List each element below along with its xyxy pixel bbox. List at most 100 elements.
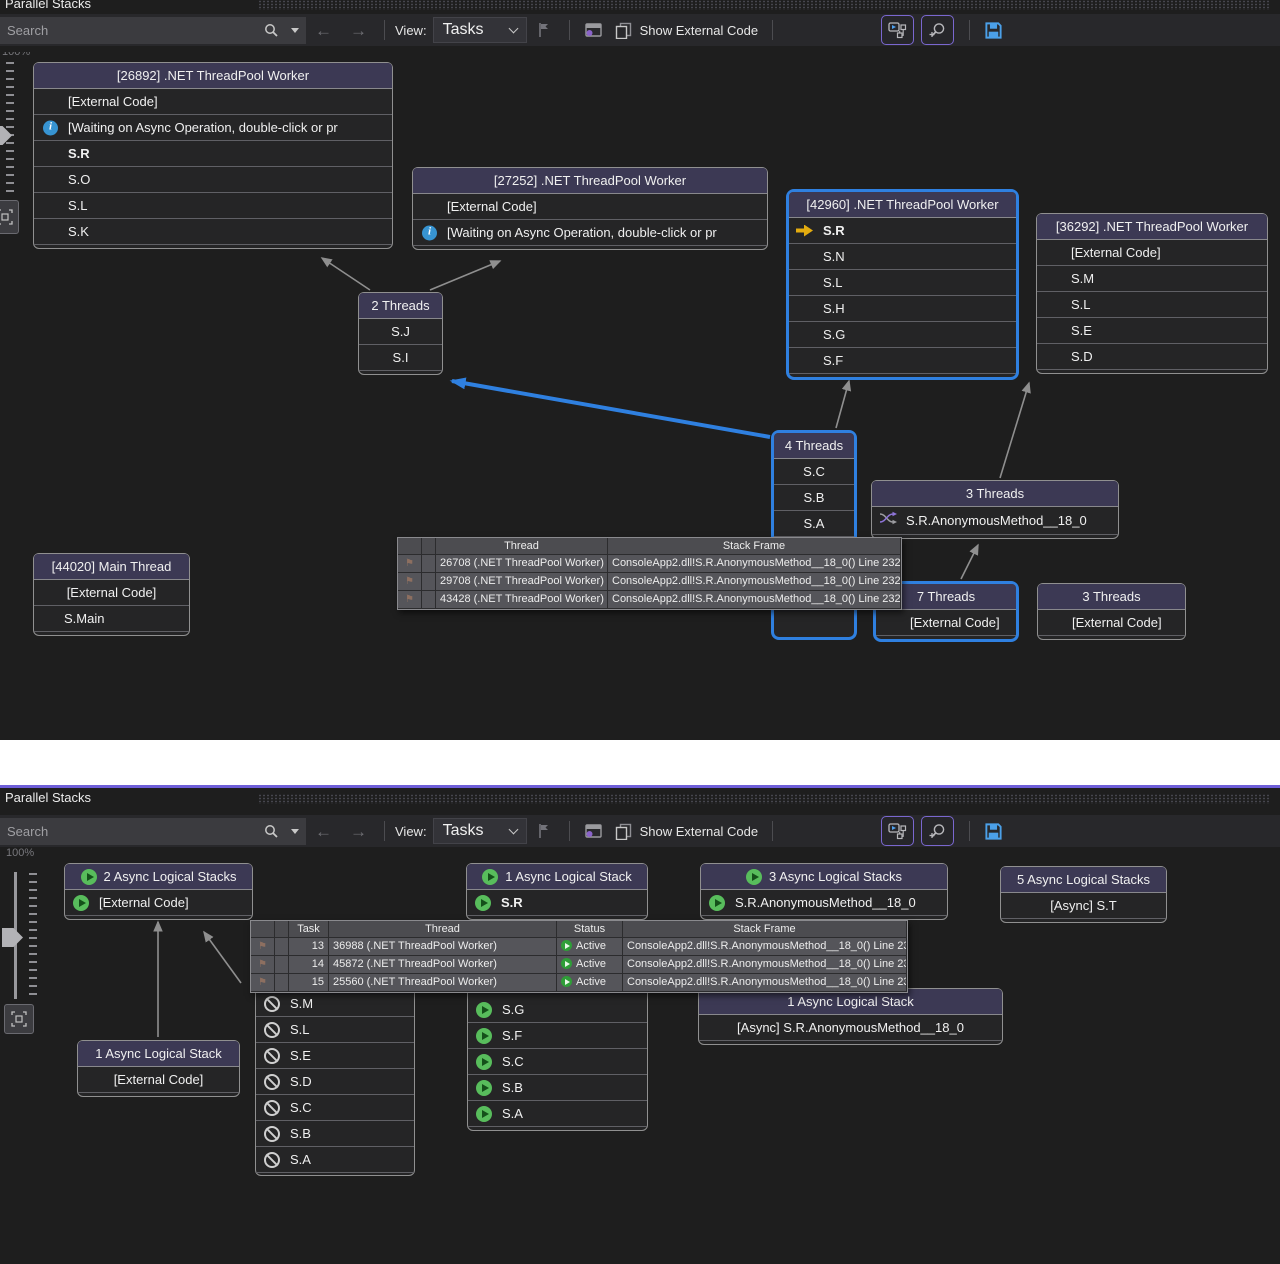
datatip-frame-cell[interactable]: ConsoleApp2.dll!S.R.AnonymousMethod__18_… <box>623 938 907 956</box>
stack-box-header[interactable]: [26892] .NET ThreadPool Worker <box>34 63 392 89</box>
auto-zoom-button[interactable] <box>921 816 954 846</box>
stack-view-button[interactable] <box>584 22 603 39</box>
frame-row[interactable]: S.F <box>789 348 1016 374</box>
search-box[interactable] <box>0 818 306 845</box>
forward-button[interactable]: → <box>350 823 367 840</box>
frame-row[interactable]: S.L <box>1037 292 1267 318</box>
datatip-status-cell[interactable]: Active <box>557 938 623 956</box>
search-icon[interactable] <box>264 23 279 38</box>
search-input[interactable] <box>7 23 258 38</box>
frame-row[interactable]: S.M <box>1037 266 1267 292</box>
back-button[interactable]: ← <box>315 22 332 39</box>
flag-filter-button[interactable] <box>537 22 551 38</box>
datatip-task-cell[interactable]: 15 <box>289 974 329 992</box>
frame-row[interactable]: S.B <box>256 1121 414 1147</box>
flag-icon[interactable] <box>251 956 275 974</box>
external-code-icon[interactable] <box>615 22 632 39</box>
datatip-frame-cell[interactable]: ConsoleApp2.dll!S.R.AnonymousMethod__18_… <box>623 974 907 992</box>
toggle-method-view-button[interactable] <box>881 816 914 846</box>
stack-box-header[interactable]: 3 Threads <box>1038 584 1185 610</box>
datatip-thread-cell[interactable]: 25560 (.NET ThreadPool Worker) <box>329 974 557 992</box>
frame-row[interactable]: [Waiting on Async Operation, double-clic… <box>34 115 392 141</box>
frame-row[interactable]: [External Code] <box>34 89 392 115</box>
frame-row[interactable]: [External Code] <box>78 1067 239 1093</box>
stack-box-header[interactable]: 5 Async Logical Stacks <box>1001 867 1166 893</box>
frame-row[interactable]: S.O <box>34 167 392 193</box>
frame-row[interactable]: S.A <box>774 511 854 537</box>
frame-row[interactable]: S.R.AnonymousMethod__18_0 <box>701 890 947 916</box>
view-dropdown[interactable]: Tasks <box>433 818 527 844</box>
frame-row[interactable]: S.D <box>1037 344 1267 370</box>
search-options-caret-icon[interactable] <box>291 829 299 834</box>
datatip-thread-cell[interactable]: 26708 (.NET ThreadPool Worker) <box>436 555 608 573</box>
stack-view-button[interactable] <box>584 823 603 840</box>
show-external-code-label[interactable]: Show External Code <box>640 23 759 38</box>
frame-row[interactable]: S.C <box>256 1095 414 1121</box>
frame-row[interactable]: [Waiting on Async Operation, double-clic… <box>413 220 767 246</box>
frame-row[interactable]: S.C <box>468 1049 647 1075</box>
stack-box-header[interactable]: [42960] .NET ThreadPool Worker <box>789 192 1016 218</box>
stack-box-header[interactable]: 3 Async Logical Stacks <box>701 864 947 890</box>
flag-icon[interactable] <box>251 974 275 992</box>
stack-box-header[interactable]: [36292] .NET ThreadPool Worker <box>1037 214 1267 240</box>
datatip-thread-cell[interactable]: 36988 (.NET ThreadPool Worker) <box>329 938 557 956</box>
external-code-icon[interactable] <box>615 823 632 840</box>
toggle-method-view-button[interactable] <box>881 15 914 45</box>
flag-filter-button[interactable] <box>537 823 551 839</box>
frame-row[interactable]: S.R <box>467 890 647 916</box>
frame-row[interactable]: S.A <box>468 1101 647 1127</box>
frame-row[interactable]: S.K <box>34 219 392 245</box>
frame-row[interactable]: S.B <box>468 1075 647 1101</box>
datatip-frame-cell[interactable]: ConsoleApp2.dll!S.R.AnonymousMethod__18_… <box>608 573 901 591</box>
frame-row[interactable]: S.R.AnonymousMethod__18_0 <box>872 507 1118 535</box>
zoom-slider-thumb[interactable] <box>2 928 23 947</box>
flag-icon[interactable] <box>398 591 422 609</box>
frame-row[interactable]: [External Code] <box>1038 610 1185 636</box>
frame-row[interactable]: S.J <box>359 319 442 345</box>
frame-row[interactable]: [External Code] <box>65 890 252 916</box>
zoom-fit-button[interactable] <box>0 200 19 234</box>
auto-zoom-button[interactable] <box>921 15 954 45</box>
frame-row[interactable]: S.M <box>256 991 414 1017</box>
datatip-frame-cell[interactable]: ConsoleApp2.dll!S.R.AnonymousMethod__18_… <box>608 591 901 609</box>
frame-row[interactable]: S.Main <box>34 606 189 632</box>
frame-row-current[interactable]: S.R <box>789 218 1016 244</box>
search-options-caret-icon[interactable] <box>291 28 299 33</box>
stack-box-header[interactable]: 1 Async Logical Stack <box>467 864 647 890</box>
back-button[interactable]: ← <box>315 823 332 840</box>
frame-row[interactable]: S.H <box>789 296 1016 322</box>
view-dropdown[interactable]: Tasks <box>433 17 527 43</box>
frame-row[interactable]: S.G <box>468 997 647 1023</box>
frame-row[interactable]: S.E <box>1037 318 1267 344</box>
frame-row[interactable]: S.L <box>34 193 392 219</box>
frame-row[interactable]: S.F <box>468 1023 647 1049</box>
frame-row[interactable]: S.R <box>34 141 392 167</box>
frame-row[interactable]: S.A <box>256 1147 414 1173</box>
show-external-code-label[interactable]: Show External Code <box>640 824 759 839</box>
save-button[interactable] <box>984 21 1003 40</box>
stack-box-header[interactable]: [44020] Main Thread <box>34 554 189 580</box>
flag-icon[interactable] <box>251 938 275 956</box>
frame-row[interactable]: [Async] S.T <box>1001 893 1166 919</box>
stack-box-header[interactable]: 2 Threads <box>359 293 442 319</box>
stack-box-header[interactable]: 2 Async Logical Stacks <box>65 864 252 890</box>
frame-row[interactable]: S.N <box>789 244 1016 270</box>
frame-row[interactable]: [Async] S.R.AnonymousMethod__18_0 <box>699 1015 1002 1041</box>
datatip-task-cell[interactable]: 13 <box>289 938 329 956</box>
frame-row[interactable]: S.B <box>774 485 854 511</box>
datatip-thread-cell[interactable]: 29708 (.NET ThreadPool Worker) <box>436 573 608 591</box>
frame-row[interactable]: S.E <box>256 1043 414 1069</box>
datatip-frame-cell[interactable]: ConsoleApp2.dll!S.R.AnonymousMethod__18_… <box>623 956 907 974</box>
frame-row[interactable]: S.G <box>789 322 1016 348</box>
frame-row[interactable]: [External Code] <box>413 194 767 220</box>
search-box[interactable] <box>0 17 306 44</box>
stack-box-header[interactable]: 1 Async Logical Stack <box>78 1041 239 1067</box>
flag-icon[interactable] <box>398 555 422 573</box>
frame-row[interactable]: S.L <box>256 1017 414 1043</box>
datatip-status-cell[interactable]: Active <box>557 974 623 992</box>
frame-row[interactable]: S.L <box>789 270 1016 296</box>
search-input[interactable] <box>7 824 258 839</box>
zoom-fit-button[interactable] <box>4 1004 34 1034</box>
save-button[interactable] <box>984 822 1003 841</box>
search-icon[interactable] <box>264 824 279 839</box>
